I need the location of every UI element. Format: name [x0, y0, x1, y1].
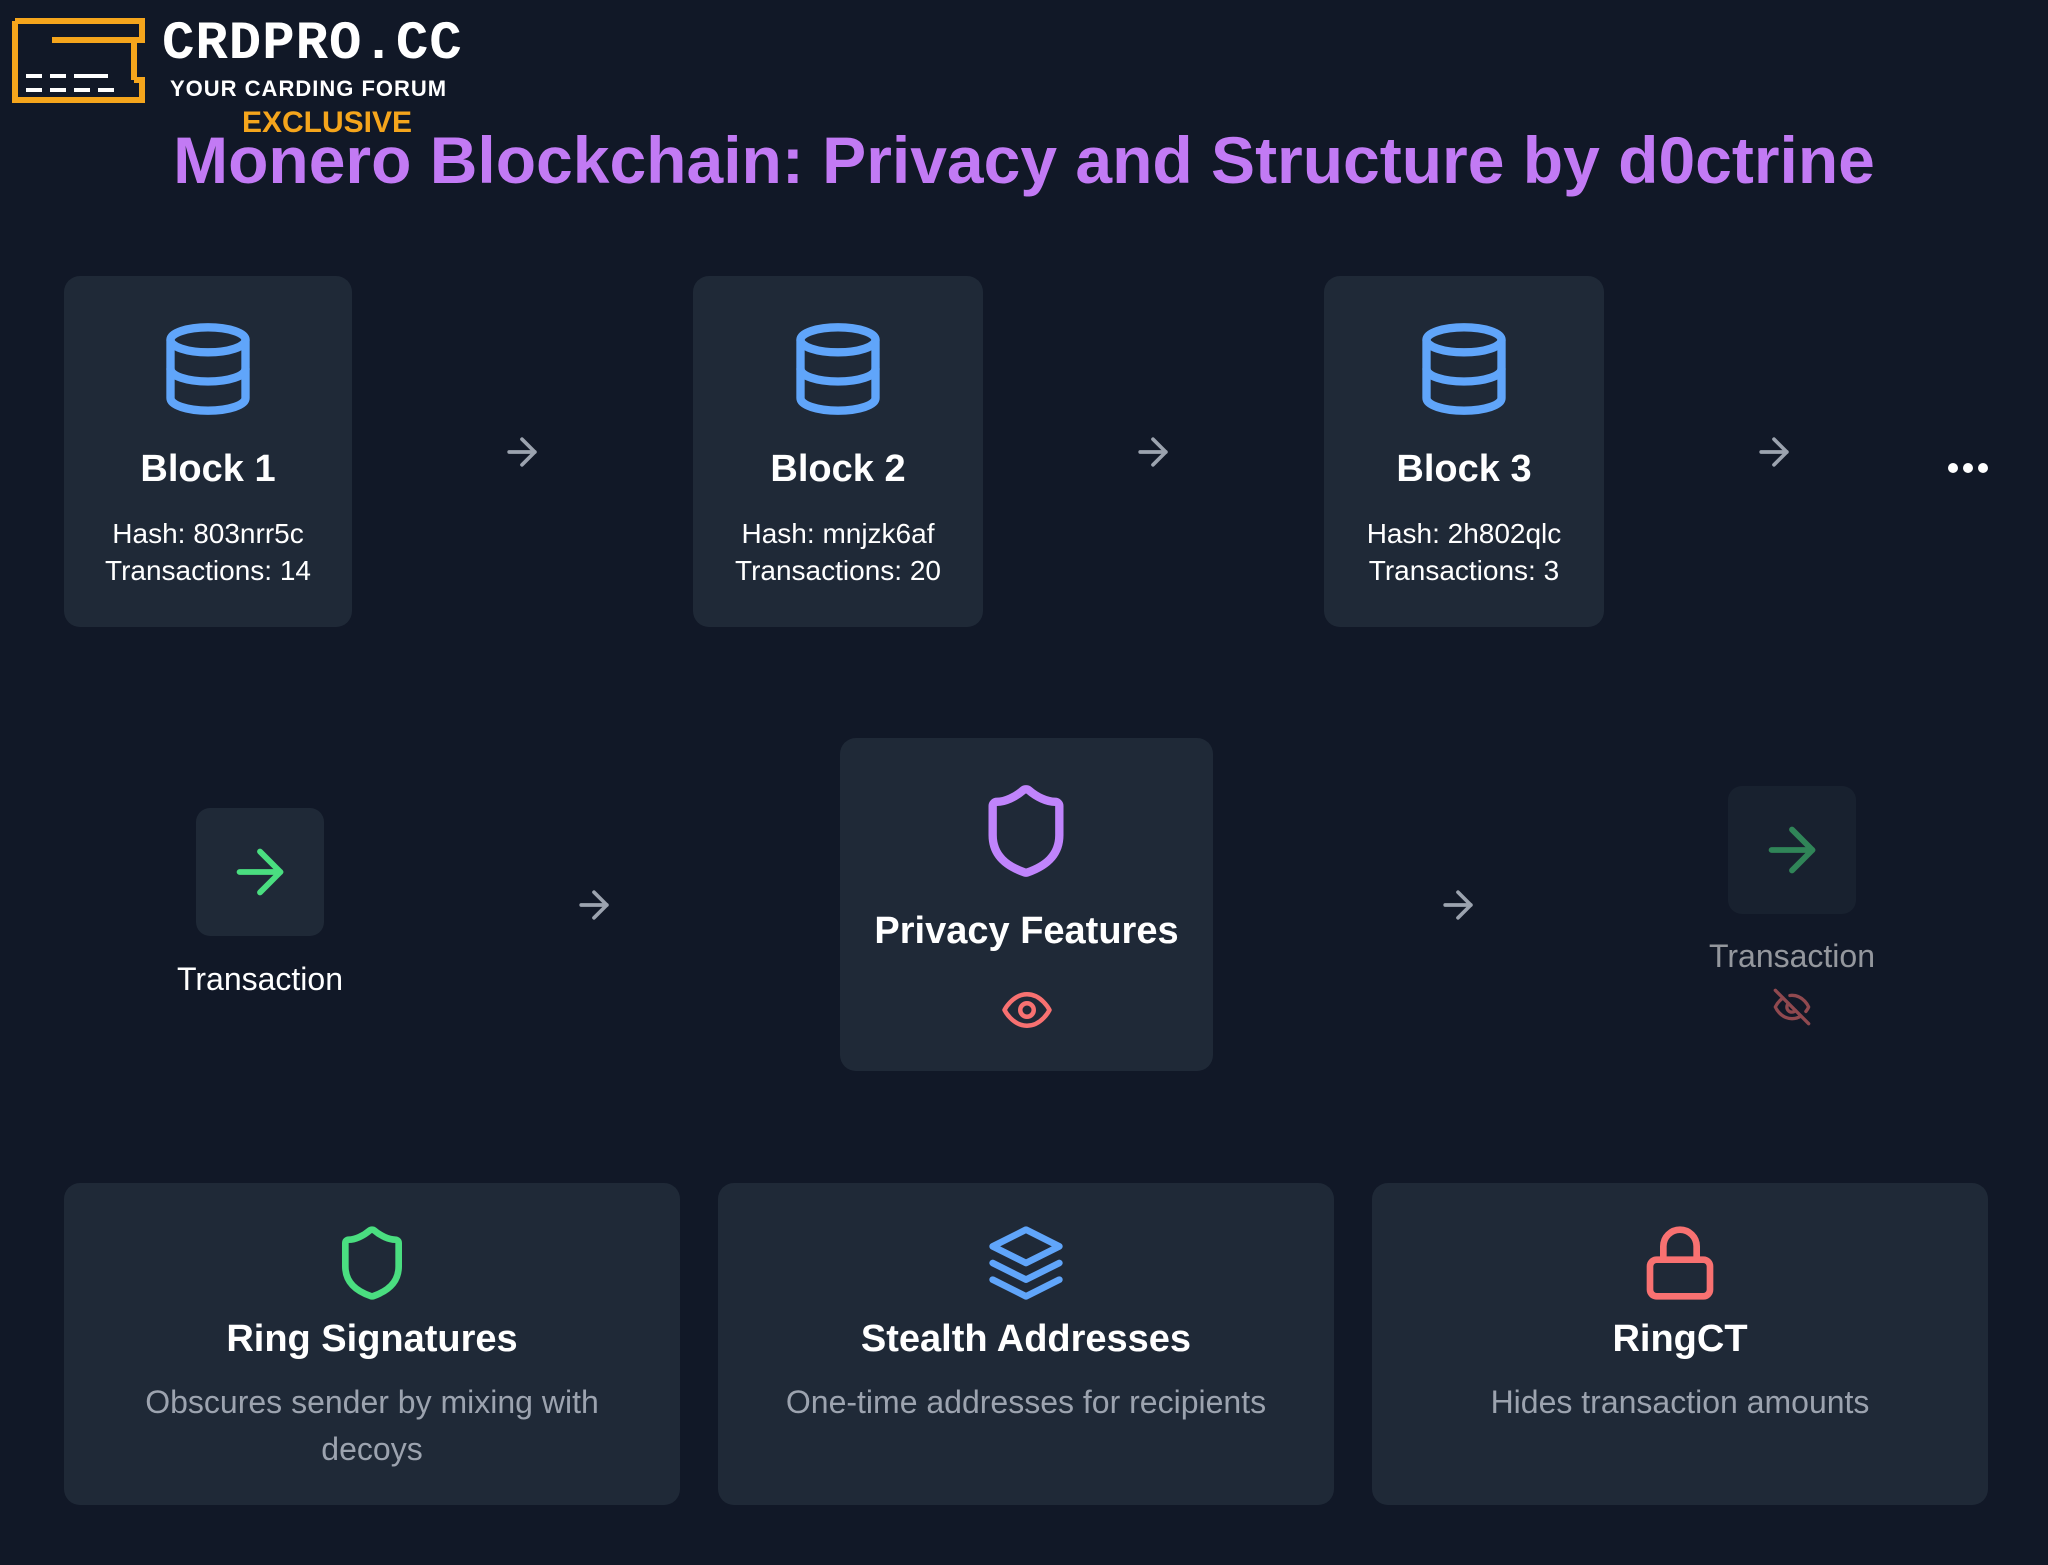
transaction-output-box [1728, 786, 1856, 914]
privacy-features-card: Privacy Features [840, 738, 1213, 1071]
block-card-3: Block 3 Hash: 2h802qlc Transactions: 3 [1324, 276, 1604, 627]
database-icon [1422, 323, 1506, 415]
eye-icon [1002, 992, 1052, 1028]
privacy-features-title: Privacy Features [874, 910, 1179, 952]
arrow-right-icon [1768, 826, 1816, 874]
feature-title: RingCT [1612, 1318, 1748, 1360]
transaction-input-box [196, 808, 324, 936]
feature-card-ringct: RingCT Hides transaction amounts [1372, 1183, 1988, 1505]
feature-description: Hides transaction amounts [1490, 1384, 1870, 1420]
feature-description: One-time addresses for recipients [785, 1384, 1267, 1420]
feature-title: Stealth Addresses [860, 1318, 1192, 1360]
more-dots-icon [1948, 463, 1988, 473]
shield-icon [342, 1226, 402, 1300]
page-title: Monero Blockchain: Privacy and Structure… [173, 123, 1875, 197]
shield-icon [988, 785, 1064, 877]
arrow-right-icon [507, 437, 537, 467]
block-transactions: Transactions: 3 [1368, 555, 1560, 586]
arrow-right-icon [1759, 437, 1789, 467]
layers-icon [989, 1226, 1063, 1300]
block-name: Block 3 [1396, 448, 1532, 490]
arrow-right-icon [1138, 437, 1168, 467]
block-card-1: Block 1 Hash: 803nrr5c Transactions: 14 [64, 276, 352, 627]
block-hash: Hash: 803nrr5c [112, 518, 304, 549]
lock-icon [1646, 1226, 1714, 1300]
page: CRDPRO.CC YOUR CARDING FORUM EXCLUSIVE M… [0, 0, 2048, 1565]
block-hash: Hash: mnjzk6af [741, 518, 935, 549]
feature-card-stealth-addresses: Stealth Addresses One-time addresses for… [718, 1183, 1334, 1505]
transaction-output-label: Transaction [1709, 938, 1875, 974]
feature-title: Ring Signatures [226, 1318, 518, 1360]
block-transactions: Transactions: 14 [105, 555, 311, 586]
eye-off-icon [1773, 988, 1811, 1026]
database-icon [796, 323, 880, 415]
arrow-right-icon [1443, 890, 1473, 920]
block-hash: Hash: 2h802qlc [1366, 518, 1562, 549]
block-transactions: Transactions: 20 [735, 555, 941, 586]
database-icon [166, 323, 250, 415]
logo-title: CRDPRO.CC [162, 14, 463, 75]
feature-card-ring-signatures: Ring Signatures Obscures sender by mixin… [64, 1183, 680, 1505]
transaction-input-label: Transaction [177, 961, 343, 997]
block-name: Block 2 [770, 448, 906, 490]
crdpro-logo: CRDPRO.CC YOUR CARDING FORUM EXCLUSIVE [12, 14, 462, 139]
block-card-2: Block 2 Hash: mnjzk6af Transactions: 20 [693, 276, 983, 627]
block-name: Block 1 [140, 448, 276, 490]
arrow-right-icon [579, 890, 609, 920]
logo-mark-icon [12, 18, 145, 103]
arrow-right-icon [236, 848, 284, 896]
logo-subtitle: YOUR CARDING FORUM [170, 76, 448, 101]
feature-description: Obscures sender by mixing with decoys [145, 1384, 599, 1467]
